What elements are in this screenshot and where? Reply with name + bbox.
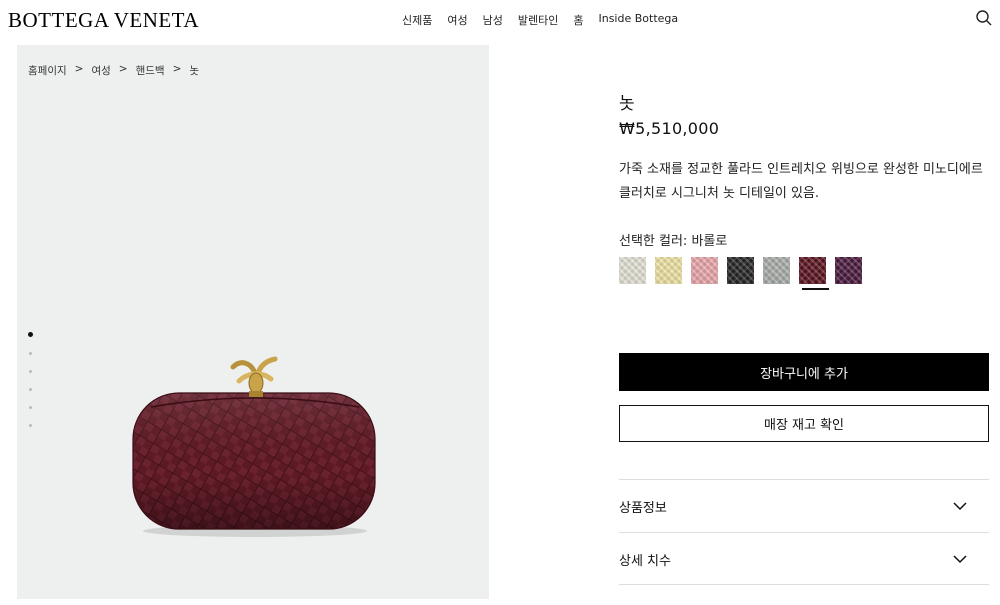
chevron-down-icon (953, 555, 967, 564)
nav-item-valentine[interactable]: 발렌타인 (518, 12, 558, 28)
nav-item-women[interactable]: 여성 (447, 12, 467, 28)
add-to-cart-button[interactable]: 장바구니에 추가 (619, 353, 989, 391)
nav-item-new[interactable]: 신제품 (402, 12, 432, 28)
knot-clasp (230, 356, 278, 397)
color-swatch-selected[interactable] (799, 257, 826, 284)
chevron-down-icon (953, 502, 967, 511)
gallery-dot[interactable] (28, 332, 33, 337)
accordion-product-info[interactable]: 상품정보 (619, 479, 989, 532)
selected-color-label: 선택한 컬러: 바롤로 (619, 234, 728, 249)
main-nav: 신제품 여성 남성 발렌타인 홈 Inside Bottega (402, 12, 693, 28)
product-price: ₩5,510,000 (619, 119, 720, 138)
breadcrumb-women[interactable]: 여성 (91, 63, 110, 78)
nav-item-home[interactable]: 홈 (573, 12, 583, 28)
breadcrumb-separator: > (172, 63, 182, 75)
breadcrumb-separator: > (74, 63, 84, 75)
nav-item-men[interactable]: 남성 (483, 12, 503, 28)
site-header: BOTTEGA VENETA 신제품 여성 남성 발렌타인 홈 Inside B… (0, 0, 1000, 40)
breadcrumb-handbags[interactable]: 핸드백 (136, 63, 165, 78)
nav-item-inside-bottega[interactable]: Inside Bottega (598, 12, 678, 28)
color-swatch[interactable] (835, 257, 862, 284)
breadcrumb: 홈페이지 > 여성 > 핸드백 > 놋 (28, 63, 199, 78)
gallery-dot[interactable] (29, 406, 32, 409)
color-swatch[interactable] (763, 257, 790, 284)
product-image (132, 356, 376, 537)
search-icon[interactable] (975, 9, 993, 27)
color-swatch[interactable] (727, 257, 754, 284)
selected-swatch-indicator (802, 288, 829, 290)
gallery-dot[interactable] (29, 370, 32, 373)
breadcrumb-current: 놋 (189, 65, 200, 77)
color-swatch[interactable] (655, 257, 682, 284)
gallery-dot[interactable] (29, 388, 32, 391)
color-swatch[interactable] (691, 257, 718, 284)
brand-logo[interactable]: BOTTEGA VENETA (8, 8, 199, 33)
accordion-divider (619, 584, 989, 605)
gallery-dot[interactable] (29, 424, 32, 427)
accordion-label: 상품정보 (619, 500, 667, 516)
product-name: 놋 (619, 94, 635, 114)
color-swatch[interactable] (619, 257, 646, 284)
accordion-label: 상세 치수 (619, 553, 671, 569)
color-swatches (619, 257, 871, 284)
breadcrumb-separator: > (118, 63, 128, 75)
breadcrumb-home[interactable]: 홈페이지 (28, 63, 67, 78)
accordion-dimensions[interactable]: 상세 치수 (619, 532, 989, 585)
check-store-stock-button[interactable]: 매장 재고 확인 (619, 405, 989, 442)
product-gallery[interactable]: 홈페이지 > 여성 > 핸드백 > 놋 (17, 45, 489, 599)
product-description: 가죽 소재를 정교한 풀라드 인트레치오 위빙으로 완성한 미노디에르 클러치로… (619, 162, 983, 201)
gallery-dot[interactable] (29, 352, 32, 355)
gallery-pagination (28, 332, 33, 442)
